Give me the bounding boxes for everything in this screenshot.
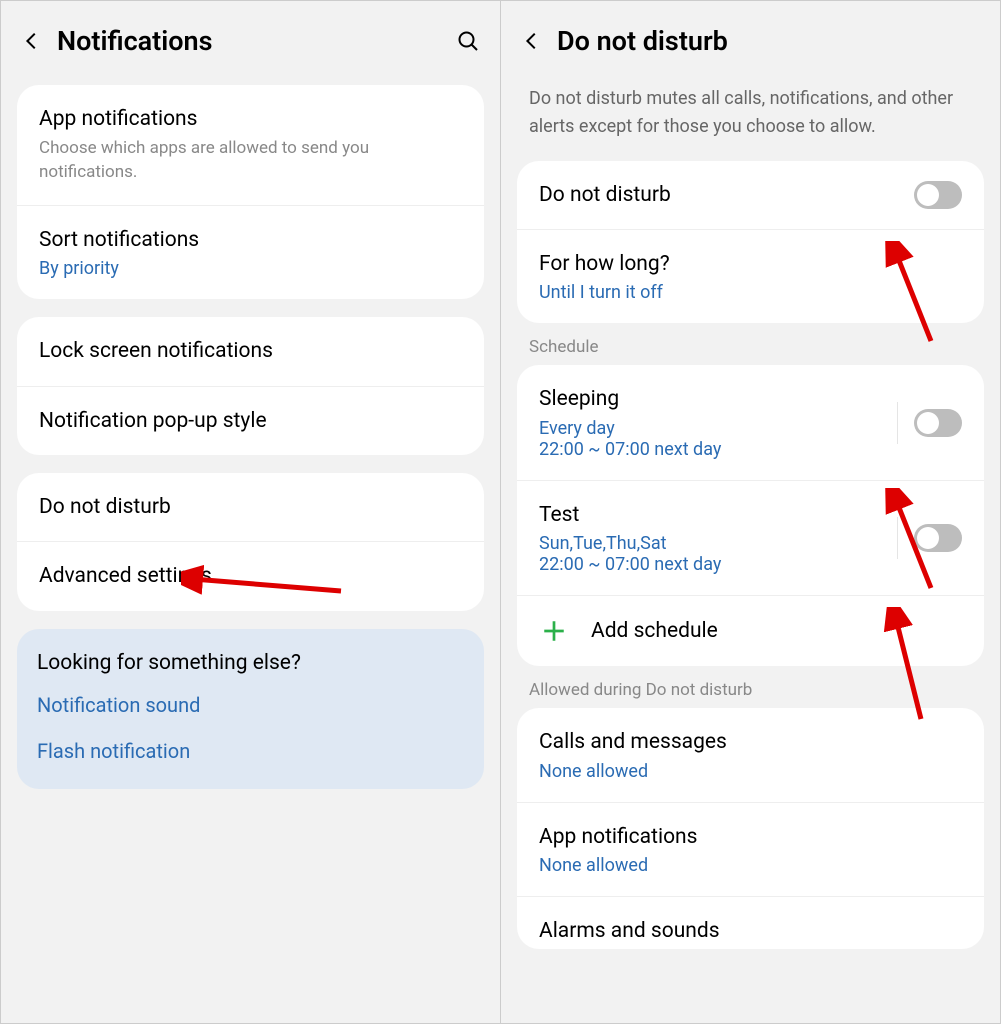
back-icon[interactable] [521, 30, 543, 52]
plus-icon [541, 618, 567, 644]
search-icon[interactable] [456, 29, 480, 53]
card-schedule: Sleeping Every day 22:00 ~ 07:00 next da… [517, 365, 984, 666]
card-looking-for: Looking for something else? Notification… [17, 629, 484, 789]
row-title: Do not disturb [539, 181, 898, 209]
row-title: Sort notifications [39, 226, 462, 254]
row-title: Do not disturb [39, 493, 462, 521]
dnd-toggle[interactable] [914, 181, 962, 209]
row-add-schedule[interactable]: Add schedule [517, 595, 984, 666]
page-title: Do not disturb [557, 25, 980, 57]
schedule-time: 22:00 ~ 07:00 next day [539, 439, 881, 460]
card-lock-popup: Lock screen notifications Notification p… [17, 317, 484, 455]
row-subtitle: Choose which apps are allowed to send yo… [39, 137, 462, 185]
page-title: Notifications [57, 25, 442, 57]
row-sleeping[interactable]: Sleeping Every day 22:00 ~ 07:00 next da… [517, 365, 984, 479]
row-app-notifications[interactable]: App notifications None allowed [517, 802, 984, 896]
schedule-time: 22:00 ~ 07:00 next day [539, 554, 881, 575]
dnd-description: Do not disturb mutes all calls, notifica… [501, 85, 1000, 161]
card-dnd-toggle: Do not disturb For how long? Until I tur… [517, 161, 984, 324]
row-title: App notifications [539, 823, 962, 851]
row-value: Until I turn it off [539, 282, 962, 303]
row-app-notifications[interactable]: App notifications Choose which apps are … [17, 85, 484, 205]
row-title: For how long? [539, 250, 962, 278]
row-value: None allowed [539, 855, 962, 876]
row-title: Notification pop-up style [39, 407, 462, 435]
row-sort-notifications[interactable]: Sort notifications By priority [17, 205, 484, 299]
add-label: Add schedule [591, 619, 718, 643]
row-title: Advanced settings [39, 562, 462, 590]
row-title: Test [539, 501, 881, 529]
row-lock-screen[interactable]: Lock screen notifications [17, 317, 484, 385]
header: Do not disturb [501, 1, 1000, 85]
row-title: Lock screen notifications [39, 337, 462, 365]
row-value: None allowed [539, 761, 962, 782]
schedule-days: Sun,Tue,Thu,Sat [539, 533, 881, 554]
link-notification-sound[interactable]: Notification sound [37, 693, 464, 717]
test-toggle[interactable] [914, 524, 962, 552]
header: Notifications [1, 1, 500, 85]
separator [897, 517, 898, 559]
row-dnd-toggle[interactable]: Do not disturb [517, 161, 984, 229]
row-value: By priority [39, 258, 462, 279]
dnd-screen: Do not disturb Do not disturb mutes all … [501, 1, 1000, 1023]
back-icon[interactable] [21, 30, 43, 52]
row-how-long[interactable]: For how long? Until I turn it off [517, 229, 984, 323]
row-do-not-disturb[interactable]: Do not disturb [17, 473, 484, 541]
notifications-screen: Notifications App notifications Choose w… [1, 1, 501, 1023]
row-title: Alarms and sounds [539, 917, 962, 945]
card-app-sort: App notifications Choose which apps are … [17, 85, 484, 299]
row-test[interactable]: Test Sun,Tue,Thu,Sat 22:00 ~ 07:00 next … [517, 480, 984, 595]
card-dnd-advanced: Do not disturb Advanced settings [17, 473, 484, 611]
row-alarms-sounds[interactable]: Alarms and sounds [517, 896, 984, 949]
row-calls-messages[interactable]: Calls and messages None allowed [517, 708, 984, 801]
card-allowed: Calls and messages None allowed App noti… [517, 708, 984, 949]
sleeping-toggle[interactable] [914, 409, 962, 437]
section-allowed: Allowed during Do not disturb [501, 666, 1000, 708]
row-title: App notifications [39, 105, 462, 133]
link-flash-notification[interactable]: Flash notification [37, 739, 464, 763]
row-title: Calls and messages [539, 728, 962, 756]
separator [897, 402, 898, 444]
row-title: Sleeping [539, 385, 881, 413]
highlight-title: Looking for something else? [37, 651, 464, 675]
row-advanced-settings[interactable]: Advanced settings [17, 541, 484, 610]
schedule-days: Every day [539, 418, 881, 439]
row-popup-style[interactable]: Notification pop-up style [17, 386, 484, 455]
section-schedule: Schedule [501, 323, 1000, 365]
